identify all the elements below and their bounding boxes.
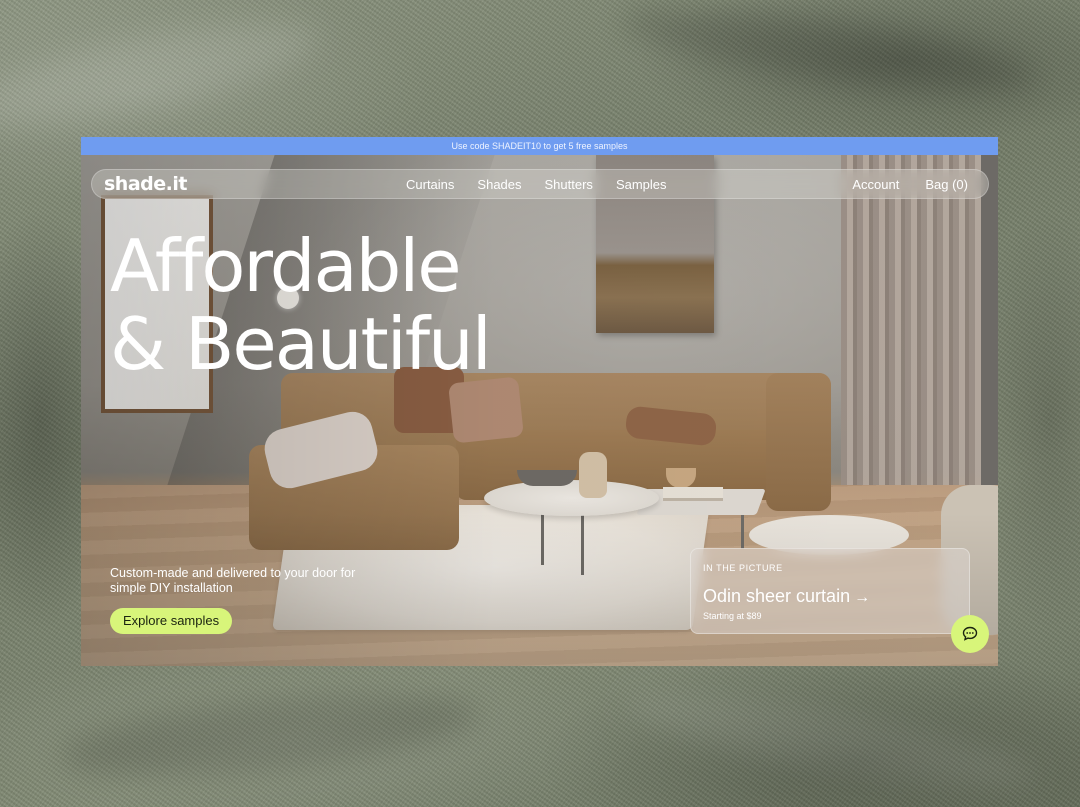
bag-link[interactable]: Bag (0) [925, 177, 968, 192]
top-navigation: shade.it Curtains Shades Shutters Sample… [91, 169, 989, 199]
product-name: Odin sheer curtain [703, 586, 851, 606]
hero-subtitle: Custom-made and delivered to your door f… [110, 566, 356, 595]
headline-line-2: & Beautiful [110, 302, 492, 386]
card-eyebrow: IN THE PICTURE [703, 563, 783, 573]
nav-link-shades[interactable]: Shades [477, 177, 521, 192]
headline-line-1: Affordable [110, 224, 462, 308]
site-logo[interactable]: shade.it [104, 173, 187, 195]
hero-headline: Affordable & Beautiful [110, 224, 492, 386]
card-price: Starting at $89 [703, 611, 762, 621]
nav-right: Account Bag (0) [852, 177, 968, 192]
chat-button[interactable] [951, 615, 989, 653]
arrow-right-icon: → [854, 589, 871, 606]
nav-link-samples[interactable]: Samples [616, 177, 667, 192]
account-link[interactable]: Account [852, 177, 899, 192]
nav-link-shutters[interactable]: Shutters [545, 177, 593, 192]
chat-bubble-icon [962, 626, 978, 641]
nav-links: Curtains Shades Shutters Samples [406, 177, 667, 192]
card-title: Odin sheer curtain → [703, 586, 870, 607]
in-the-picture-card[interactable]: IN THE PICTURE Odin sheer curtain → Start… [690, 548, 970, 634]
website-frame: Use code SHADEIT10 to get 5 free samples [81, 137, 998, 666]
explore-samples-button[interactable]: Explore samples [110, 608, 233, 634]
promo-banner: Use code SHADEIT10 to get 5 free samples [81, 137, 998, 155]
nav-link-curtains[interactable]: Curtains [406, 177, 454, 192]
